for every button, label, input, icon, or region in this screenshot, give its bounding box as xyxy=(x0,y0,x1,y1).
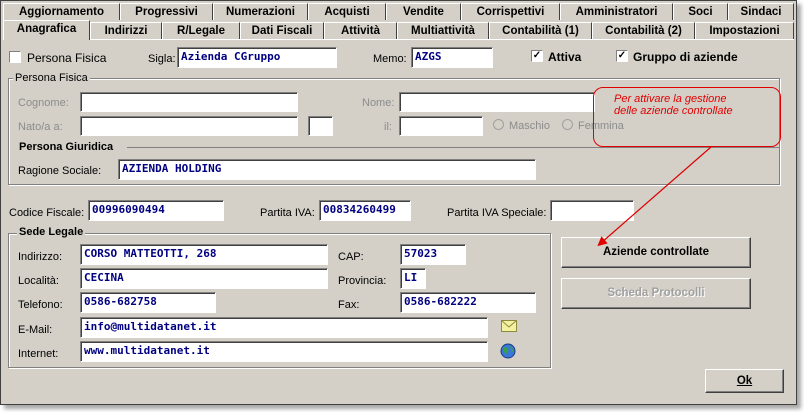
tab-contabilita-1[interactable]: Contabilità (1) xyxy=(489,22,592,39)
tab-numerazioni[interactable]: Numerazioni xyxy=(213,3,308,20)
internet-field[interactable]: www.multidatanet.it xyxy=(80,341,488,362)
ragione-sociale-label: Ragione Sociale: xyxy=(18,165,102,177)
localita-field[interactable]: CECINA xyxy=(80,268,328,289)
nome-field[interactable] xyxy=(399,92,595,112)
fax-label: Fax: xyxy=(338,299,360,311)
tab-indirizzi[interactable]: Indirizzi xyxy=(90,22,162,39)
maschio-label: Maschio xyxy=(509,120,550,132)
maschio-radio[interactable] xyxy=(493,119,504,130)
globe-icon[interactable] xyxy=(500,343,516,359)
ok-button[interactable]: Ok xyxy=(705,369,784,393)
annotation-line-1: Per attivare la gestione xyxy=(614,93,727,105)
tab-progressivi[interactable]: Progressivi xyxy=(120,3,213,20)
dialog-window: Aggiornamento Progressivi Numerazioni Ac… xyxy=(0,0,797,405)
partita-iva-speciale-label: Partita IVA Speciale: xyxy=(447,207,547,219)
tab-contabilita-2[interactable]: Contabilità (2) xyxy=(592,22,695,39)
indirizzo-label: Indirizzo: xyxy=(18,251,63,263)
nato-prov-field[interactable] xyxy=(308,116,333,136)
provincia-label: Provincia: xyxy=(338,275,387,287)
tab-r-legale[interactable]: R/Legale xyxy=(162,22,240,39)
ragione-sociale-field[interactable]: AZIENDA HOLDING xyxy=(118,159,536,180)
tab-sindaci[interactable]: Sindaci xyxy=(728,3,794,20)
sede-legale-title: Sede Legale xyxy=(17,226,86,238)
tab-amministratori[interactable]: Amministratori xyxy=(560,3,673,20)
codice-fiscale-field[interactable]: 00996090494 xyxy=(88,200,224,221)
indirizzo-field[interactable]: CORSO MATTEOTTI, 268 xyxy=(80,244,328,265)
tab-multiattivita[interactable]: Multiattività xyxy=(397,22,489,39)
envelope-icon[interactable] xyxy=(501,320,517,332)
persona-fisica-checkbox-label: Persona Fisica xyxy=(27,51,107,65)
tab-aggiornamento[interactable]: Aggiornamento xyxy=(3,3,120,20)
cap-label: CAP: xyxy=(338,251,364,263)
tab-anagrafica[interactable]: Anagrafica xyxy=(3,20,90,40)
memo-label: Memo: xyxy=(373,53,407,65)
tab-attivita[interactable]: Attività xyxy=(324,22,397,39)
data-nascita-field[interactable] xyxy=(399,116,483,136)
nato-field[interactable] xyxy=(80,116,298,136)
sigla-label: Sigla: xyxy=(148,53,176,65)
email-label: E-Mail: xyxy=(18,324,53,336)
fax-field[interactable]: 0586-682222 xyxy=(400,292,536,313)
attiva-label: Attiva xyxy=(548,50,582,64)
tab-acquisti[interactable]: Acquisti xyxy=(308,3,386,20)
gruppo-aziende-checkbox[interactable]: ✓ xyxy=(616,50,628,62)
gruppo-aziende-label: Gruppo di aziende xyxy=(633,50,738,64)
partita-iva-label: Partita IVA: xyxy=(260,207,315,219)
telefono-field[interactable]: 0586-682758 xyxy=(80,292,216,313)
attiva-checkbox[interactable]: ✓ xyxy=(531,50,543,62)
sigla-field[interactable]: Azienda CGruppo xyxy=(177,47,337,68)
persona-giuridica-title: Persona Giuridica xyxy=(17,141,116,153)
partita-iva-field[interactable]: 00834260499 xyxy=(319,200,411,221)
tab-corrispettivi[interactable]: Corrispettivi xyxy=(461,3,560,20)
email-field[interactable]: info@multidatanet.it xyxy=(80,317,488,338)
tab-soci[interactable]: Soci xyxy=(673,3,728,20)
cognome-label: Cognome: xyxy=(18,97,69,109)
cognome-field[interactable] xyxy=(80,92,298,112)
internet-label: Internet: xyxy=(18,348,59,360)
scheda-protocolli-button[interactable]: Scheda Protocolli xyxy=(561,278,751,309)
tab-impostazioni[interactable]: Impostazioni xyxy=(695,22,794,39)
annotation-line-2: delle aziende controllate xyxy=(614,105,733,117)
tab-vendite[interactable]: Vendite xyxy=(386,3,461,20)
cap-field[interactable]: 57023 xyxy=(400,244,466,265)
annotation-arrow-icon xyxy=(597,146,712,247)
localita-label: Località: xyxy=(18,275,59,287)
tab-panel-border xyxy=(90,39,794,40)
femmina-radio[interactable] xyxy=(562,119,573,130)
nome-label: Nome: xyxy=(362,97,395,109)
codice-fiscale-label: Codice Fiscale: xyxy=(9,207,85,219)
il-label: il: xyxy=(384,121,392,133)
nato-label: Nato/a a: xyxy=(18,121,63,133)
tab-dati-fiscali[interactable]: Dati Fiscali xyxy=(240,22,324,39)
memo-field[interactable]: AZGS xyxy=(411,47,493,68)
persona-fisica-checkbox[interactable] xyxy=(9,51,21,63)
telefono-label: Telefono: xyxy=(18,299,63,311)
provincia-field[interactable]: LI xyxy=(400,268,426,289)
persona-fisica-group-title: Persona Fisica xyxy=(13,72,90,84)
